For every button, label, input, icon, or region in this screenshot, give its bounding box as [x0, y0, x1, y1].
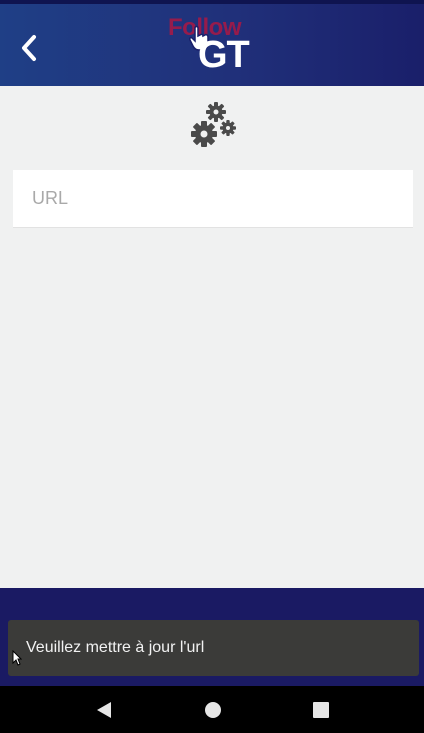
- logo-gt-text: GT: [198, 34, 250, 76]
- gears-icon: [191, 102, 236, 147]
- toast-message: Veuillez mettre à jour l'url: [8, 620, 419, 676]
- home-circle-icon[interactable]: [203, 700, 223, 720]
- back-triangle-icon[interactable]: [94, 700, 114, 720]
- app-header: Follow GT: [0, 0, 424, 86]
- chevron-left-icon: [22, 35, 36, 61]
- url-input[interactable]: [13, 170, 413, 228]
- follow-gt-logo: Follow GT: [166, 12, 266, 82]
- system-navigation-bar: [0, 686, 424, 733]
- back-button[interactable]: [12, 28, 46, 68]
- mouse-cursor-icon: [12, 650, 22, 666]
- recents-square-icon[interactable]: [311, 700, 331, 720]
- toast-text: Veuillez mettre à jour l'url: [26, 639, 205, 656]
